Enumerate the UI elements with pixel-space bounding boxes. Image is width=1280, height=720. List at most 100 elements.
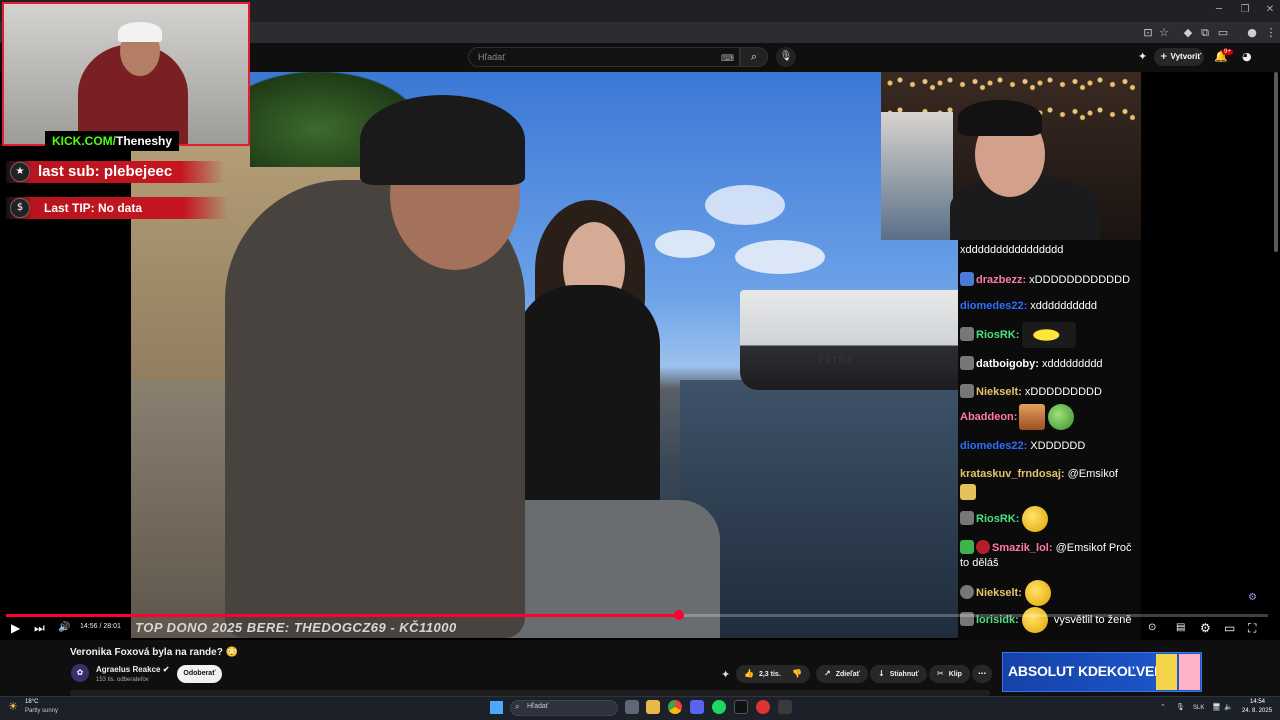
theater-mode-icon[interactable]: ▭ (1224, 621, 1235, 635)
subscribe-button[interactable]: Odoberať (177, 665, 222, 683)
last-sub-text: last sub: plebejeec (38, 163, 173, 180)
weather-description[interactable]: Partly sunny (25, 708, 58, 714)
video-scene-cloud (735, 240, 825, 274)
create-button[interactable]: + Vytvoriť (1154, 48, 1204, 66)
chat-message (960, 484, 976, 500)
search-icon: ⌕ (515, 702, 520, 711)
more-actions-button[interactable]: ⋯ (972, 665, 992, 683)
app-icon[interactable] (756, 700, 770, 714)
chat-username: Abaddeon: (960, 410, 1018, 423)
sidebar-icon[interactable]: ▭ (1216, 26, 1230, 40)
extension-icon[interactable]: ✦ (721, 668, 730, 681)
right-panel (1141, 72, 1280, 640)
clock-date[interactable]: 24. 8. 2025 (1242, 708, 1272, 714)
mod-badge-icon (976, 540, 990, 554)
laughing-emote-icon (1024, 580, 1051, 606)
file-explorer-icon[interactable] (646, 700, 660, 714)
chat-message: diomedes22: xdddddddddd (960, 300, 1097, 312)
browser-menu-icon[interactable]: ⋮ (1264, 26, 1278, 40)
like-button[interactable]: 👍 2,3 tis. (736, 665, 787, 683)
progress-scrubber[interactable] (673, 610, 684, 620)
chat-message: RiosRK: (960, 506, 1049, 532)
extension-icon[interactable]: ◆ (1181, 26, 1195, 40)
chat-message: datboigoby: xddddddddd (960, 356, 1103, 370)
chat-message: RiosRK: (960, 322, 1077, 348)
laughing-emote-icon (1021, 607, 1048, 633)
chat-message: Niekselt: xDDDDDDDDD (960, 384, 1102, 398)
microphone-icon[interactable]: 🎙 (776, 47, 796, 67)
thumbs-up-icon: 👍 (744, 669, 754, 678)
weather-temperature[interactable]: 18°C (25, 699, 38, 705)
page-scrollbar[interactable] (1274, 72, 1278, 252)
tray-mic-icon[interactable]: 🎙 (1176, 703, 1185, 711)
thumbs-down-icon: 👎 (792, 669, 802, 678)
chat-text: to děláš (960, 557, 999, 569)
profile-avatar-icon[interactable]: ● (1245, 26, 1259, 40)
speaker-icon[interactable]: 🔈 (1224, 703, 1233, 711)
sub-badge-icon (960, 510, 974, 525)
sub-badge-icon (960, 356, 974, 370)
windows-start-icon[interactable] (490, 701, 503, 714)
chat-text: XDDDDDD (1027, 440, 1086, 452)
play-icon[interactable]: ▶ (11, 621, 20, 635)
minimize-icon[interactable]: ─ (1212, 4, 1226, 18)
network-icon[interactable]: 🖥 (1212, 703, 1221, 711)
download-icon: ↓ (878, 669, 885, 678)
chrome-icon[interactable] (668, 700, 682, 714)
taskbar-search-placeholder: Hľadať (527, 703, 549, 710)
clip-button[interactable]: ✂ Klip (929, 665, 970, 683)
clock-time[interactable]: 14:54 (1250, 699, 1265, 705)
search-input[interactable] (468, 47, 740, 67)
ad-product-image (1156, 654, 1200, 690)
chat-message: Smazik_lol: @Emsikof Proč (960, 540, 1132, 554)
chat-message: Abaddeon: (960, 404, 1075, 430)
sub-badge-icon (960, 384, 974, 398)
dollar-icon: $ (10, 198, 30, 218)
next-icon[interactable]: ⏭ (34, 621, 45, 636)
search-icon[interactable]: ⌕ (740, 47, 768, 67)
share-button[interactable]: ↗ Zdieľať (816, 665, 869, 683)
chat-username: drazbezz: (976, 274, 1027, 286)
windows-taskbar (0, 696, 1280, 720)
app-icon[interactable] (778, 700, 792, 714)
download-button[interactable]: ↓ Stiahnuť (870, 665, 927, 683)
dislike-button[interactable]: 👎 (786, 665, 810, 683)
chat-username: diomedes22: (960, 300, 1028, 312)
settings-gear-icon[interactable]: ⚙ (1200, 621, 1211, 635)
language-indicator[interactable]: SLK (1193, 705, 1204, 711)
notification-badge: 9+ (1222, 49, 1233, 55)
chat-username: Smazik_lol: (992, 542, 1053, 554)
fullscreen-icon[interactable]: ⛶ (1248, 621, 1256, 636)
bookmark-star-icon[interactable]: ☆ (1157, 26, 1171, 40)
chat-text: xDDDDDDDDDDDD (1026, 274, 1131, 286)
video-scene-woman (515, 285, 660, 525)
discord-icon[interactable] (690, 700, 704, 714)
chat-text: @Emsikof (1064, 468, 1118, 480)
ad-text: ABSOLUT KDEKOĽVEK (1008, 663, 1165, 679)
tray-chevron-icon[interactable]: ⌃ (1160, 703, 1166, 711)
close-window-icon[interactable]: ✕ (1263, 4, 1277, 18)
weather-sun-icon[interactable]: ☀ (8, 700, 18, 713)
channel-avatar[interactable]: ✿ (71, 664, 89, 682)
extensions-puzzle-icon[interactable]: ⧉ (1198, 26, 1212, 40)
spotify-icon[interactable] (712, 700, 726, 714)
hand-emote-icon (960, 484, 976, 500)
terminal-icon[interactable] (734, 700, 748, 714)
extension-icon[interactable]: ✦ (1138, 50, 1147, 63)
pepe-emote-icon (1048, 404, 1075, 430)
install-app-icon[interactable]: ⊡ (1141, 26, 1155, 40)
volume-icon[interactable]: 🔊 (58, 622, 70, 633)
boat-name: PETRA (818, 355, 854, 365)
scissors-icon: ✂ (937, 669, 944, 678)
subtitles-icon[interactable]: ▤ (1176, 622, 1185, 633)
chat-message: drazbezz: xDDDDDDDDDDDD (960, 272, 1130, 286)
account-avatar-icon[interactable]: ◕ (1242, 50, 1252, 63)
last-tip-text: Last TIP: No data (44, 201, 143, 215)
chat-message: krataskuv_frndosaj: @Emsikof (960, 468, 1118, 480)
maximize-icon[interactable]: ❐ (1238, 4, 1252, 18)
channel-name[interactable]: Agraelus Reakce ✔ (96, 665, 169, 674)
autoplay-toggle-icon[interactable]: ⊙ (1148, 622, 1156, 633)
time-display: 14:56 / 28:01 (80, 623, 121, 630)
task-view-icon[interactable] (625, 700, 639, 714)
keyboard-icon[interactable]: ⌨ (721, 53, 734, 64)
